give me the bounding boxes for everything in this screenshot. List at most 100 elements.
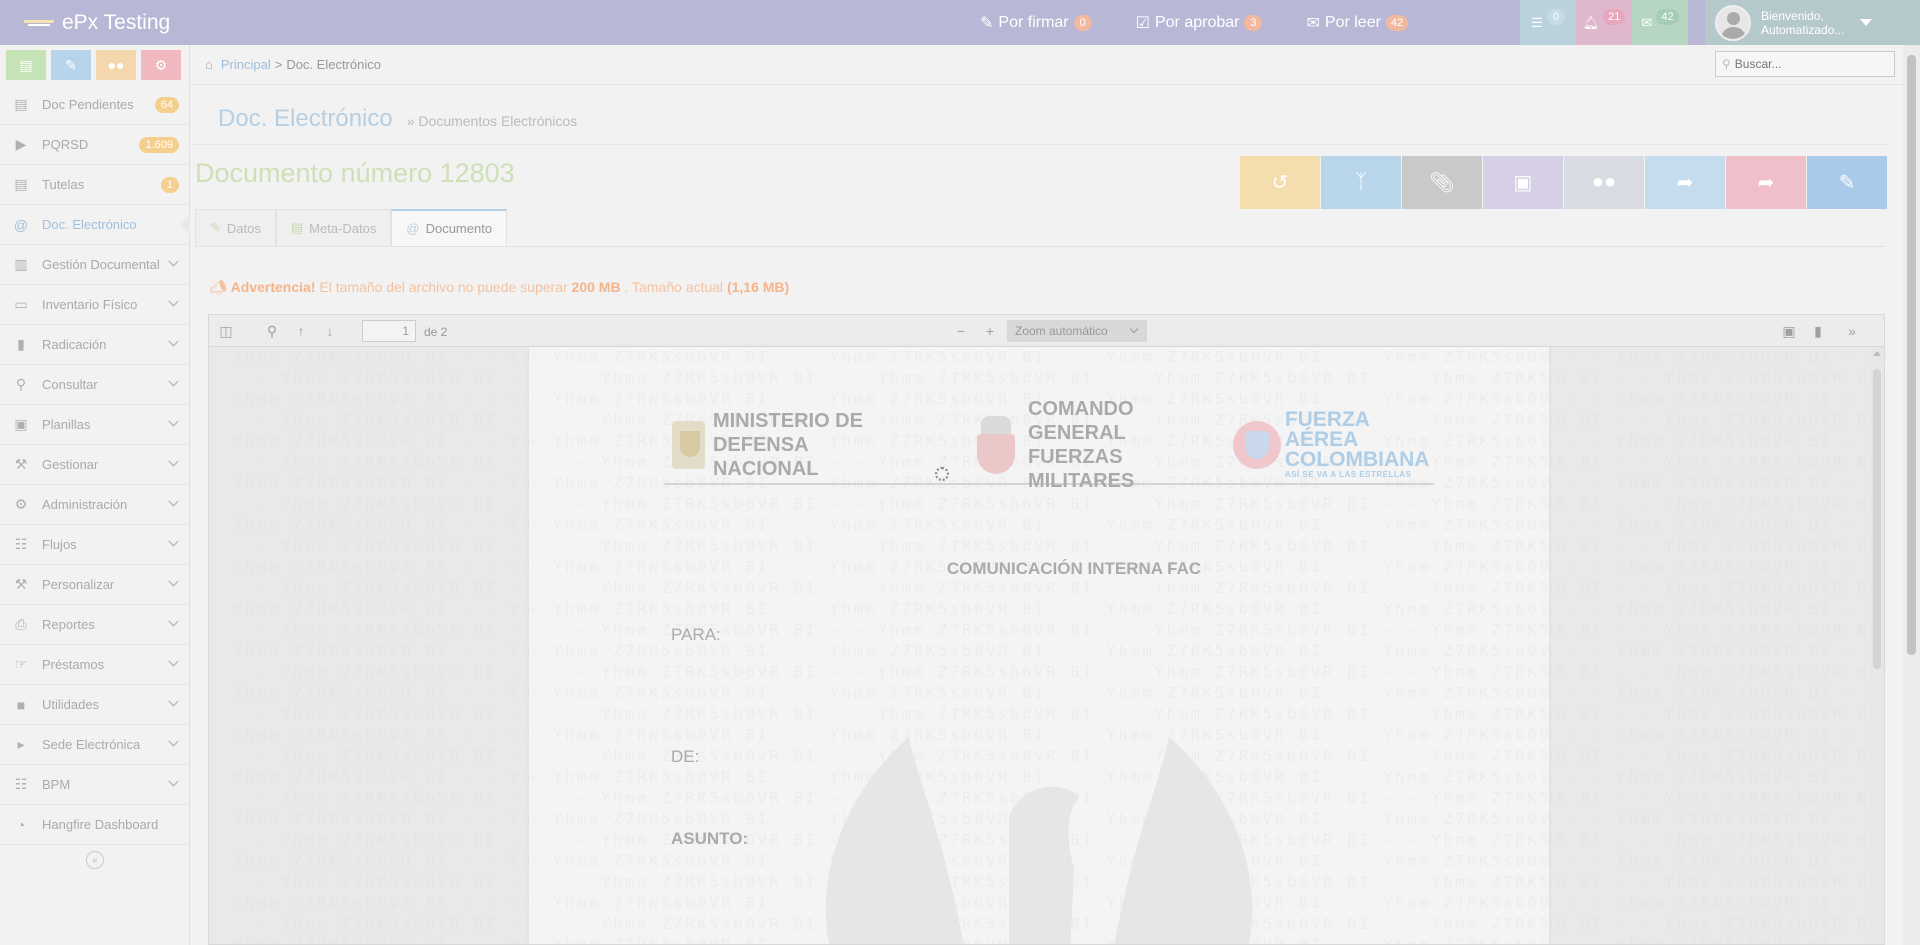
sidebar: ▤ ✎ ●● ⚙ ▤ Doc Pendientes 64 ▶ PQRSD 1.609 ▤ Tu… (0, 45, 190, 945)
breadcrumb-home-link[interactable]: Principal (221, 57, 271, 72)
bookmark-icon: ▮ (1814, 322, 1822, 339)
inbox-icon: ▤ (14, 176, 28, 192)
chevron-down-icon (1129, 324, 1139, 334)
por-aprobar-button[interactable]: ☑ Por aprobar 3 (1136, 13, 1263, 33)
shortcut-gears-button[interactable]: ⚙ (141, 50, 181, 80)
share-button[interactable]: ➦ (1645, 156, 1725, 209)
tab-divider (195, 246, 1885, 247)
page-count: de 2 (424, 325, 448, 339)
messages-button[interactable]: ✉ 42 (1632, 0, 1688, 45)
tab-meta-datos[interactable]: ▤ Meta-Datos (275, 209, 392, 246)
tools-button[interactable]: » (1843, 322, 1861, 340)
sidebar-item-utilidades[interactable]: ■ Utilidades (0, 685, 189, 725)
find-button[interactable]: ⚲ (263, 322, 281, 340)
bookmark-button[interactable]: ▮ (1809, 322, 1827, 340)
gears-icon: ⚙ (154, 56, 168, 73)
sidebar-item-label: Gestión Documental (42, 257, 160, 272)
pdf-scrollbar-thumb[interactable] (1873, 369, 1881, 669)
sidebar-menu: ▤ Doc Pendientes 64 ▶ PQRSD 1.609 ▤ Tutelas 1 @ Do… (0, 85, 190, 845)
tab-datos[interactable]: ✎ Datos (195, 209, 276, 246)
sidebar-item-label: PQRSD (42, 137, 89, 152)
user-menu[interactable]: Bienvenido, Automatizado... (1705, 0, 1920, 45)
double-chevron-left-icon: « (92, 854, 98, 866)
sidebar-item-prestamos[interactable]: ☞ Préstamos (0, 645, 189, 685)
sidebar-collapse-button[interactable]: « (86, 851, 104, 869)
file-icon: ▮ (17, 336, 25, 352)
document-actions: ↺ ᛉ 📎︎ ▣ ●● ➦ ➦ ✎ (1240, 156, 1887, 209)
users-icon: ●● (1591, 171, 1617, 193)
app-brand[interactable]: ePx Testing (0, 0, 190, 45)
fac-line-2: COLOMBIANA (1284, 448, 1430, 471)
zoom-out-button[interactable]: − (952, 322, 970, 340)
sidebar-item-administracion[interactable]: ⚙ Administración (0, 485, 189, 525)
double-chevron-right-icon: » (1848, 323, 1856, 339)
por-firmar-button[interactable]: ✎ Por firmar 0 (980, 13, 1092, 33)
sidebar-item-sede-electronica[interactable]: ▸ Sede Electrónica (0, 725, 189, 765)
sidebar-shortcuts: ▤ ✎ ●● ⚙ (0, 45, 189, 85)
page-scrollbar[interactable] (1903, 45, 1920, 945)
history-button[interactable]: ↺ (1240, 156, 1320, 209)
page-number-input[interactable] (362, 320, 416, 342)
comments-button[interactable]: ▣ (1483, 156, 1563, 209)
sidebar-item-gestionar[interactable]: ⚒ Gestionar (0, 445, 189, 485)
sidebar-item-pqrsd[interactable]: ▶ PQRSD 1.609 (0, 125, 189, 165)
sidebar-item-tutelas[interactable]: ▤ Tutelas 1 (0, 165, 189, 205)
page-header: Doc. Electrónico » Documentos Electrónic… (191, 85, 1889, 145)
zoom-in-button[interactable]: + (981, 322, 999, 340)
logo-icon (24, 18, 54, 28)
forward-button[interactable]: ➦ (1726, 156, 1806, 209)
sidebar-item-reportes[interactable]: ⎙ Reportes (0, 605, 189, 645)
pdf-scrollbar[interactable] (1870, 347, 1884, 944)
sidebar-item-label: Hangfire Dashboard (42, 817, 159, 832)
main-content: ⌂ Principal > Doc. Electrónico ⚲ Doc. El… (191, 45, 1903, 945)
sidebar-item-consultar[interactable]: ⚲ Consultar (0, 365, 189, 405)
sidebar-item-flujos[interactable]: ☷ Flujos (0, 525, 189, 565)
next-page-button[interactable]: ↓ (321, 322, 339, 340)
notifications-button[interactable]: 🔔︎ 21 (1576, 0, 1632, 45)
sidebar-toggle-button[interactable]: ◫ (217, 322, 235, 340)
sidebar-item-doc-pendientes[interactable]: ▤ Doc Pendientes 64 (0, 85, 189, 125)
sidebar-item-radicacion[interactable]: ▮ Radicación (0, 325, 189, 365)
sidebar-item-label: Doc Pendientes (42, 97, 134, 112)
arrow-up-icon: ↑ (297, 323, 305, 339)
scroll-up-icon (1873, 351, 1881, 356)
share-icon: ➦ (1676, 172, 1694, 194)
sidebar-item-label: Doc. Electrónico (42, 217, 137, 232)
shortcut-chart-button[interactable]: ▤ (6, 50, 46, 80)
forward-icon: ➦ (1757, 172, 1775, 194)
previous-page-button[interactable]: ↑ (292, 322, 310, 340)
presentation-mode-button[interactable]: ▣ (1780, 322, 1798, 340)
page-scrollbar-thumb[interactable] (1907, 55, 1916, 655)
sidebar-item-hangfire-dashboard[interactable]: ◔ Hangfire Dashboard (0, 805, 189, 845)
comments-icon: ▣ (1513, 172, 1533, 194)
pdf-viewer: ◫ ⚲ ↑ ↓ de 2 − + Zoom automático ▣ ▮ » -… (208, 314, 1885, 945)
letterhead: MINISTERIO DE DEFENSA NACIONAL COMANDO G… (664, 398, 1434, 492)
edit-button[interactable]: ✎ (1807, 156, 1887, 209)
sidebar-item-inventario-fisico[interactable]: ▭ Inventario Físico (0, 285, 189, 325)
sidebar-badge: 1.609 (139, 137, 179, 153)
por-leer-button[interactable]: ✉ Por leer 42 (1306, 13, 1409, 33)
ministry-line-2: NACIONAL (712, 458, 819, 480)
sidebar-item-gestion-documental[interactable]: ▥ Gestión Documental (0, 245, 189, 285)
sidebar-item-planillas[interactable]: ▣ Planillas (0, 405, 189, 445)
top-bar: ePx Testing ✎ Por firmar 0 ☑ Por aprobar… (0, 0, 1920, 45)
minus-icon: − (956, 323, 966, 339)
sidebar-item-bpm[interactable]: ☷ BPM (0, 765, 189, 805)
shortcut-users-button[interactable]: ●● (96, 50, 136, 80)
wrench-icon: ⚒ (14, 576, 28, 592)
attach-button[interactable]: 📎︎ (1402, 156, 1482, 209)
tasks-button[interactable]: ☰ 0 (1520, 0, 1576, 45)
zoom-select[interactable]: Zoom automático (1007, 320, 1147, 342)
document-tabs: ✎ Datos ▤ Meta-Datos @ Documento (195, 209, 508, 246)
tab-documento[interactable]: @ Documento (391, 209, 508, 246)
loading-spinner-icon (935, 467, 949, 481)
at-icon: @ (406, 221, 420, 236)
shortcut-pencil-button[interactable]: ✎ (51, 50, 91, 80)
sidebar-item-personalizar[interactable]: ⚒ Personalizar (0, 565, 189, 605)
branch-button[interactable]: ᛉ (1321, 156, 1401, 209)
users-button[interactable]: ●● (1564, 156, 1644, 209)
sidebar-item-doc-electronico[interactable]: @ Doc. Electrónico (0, 205, 190, 245)
search-input[interactable] (1734, 57, 1885, 71)
briefcase-icon: ■ (16, 696, 26, 713)
sidebar-item-label: Sede Electrónica (42, 737, 141, 752)
